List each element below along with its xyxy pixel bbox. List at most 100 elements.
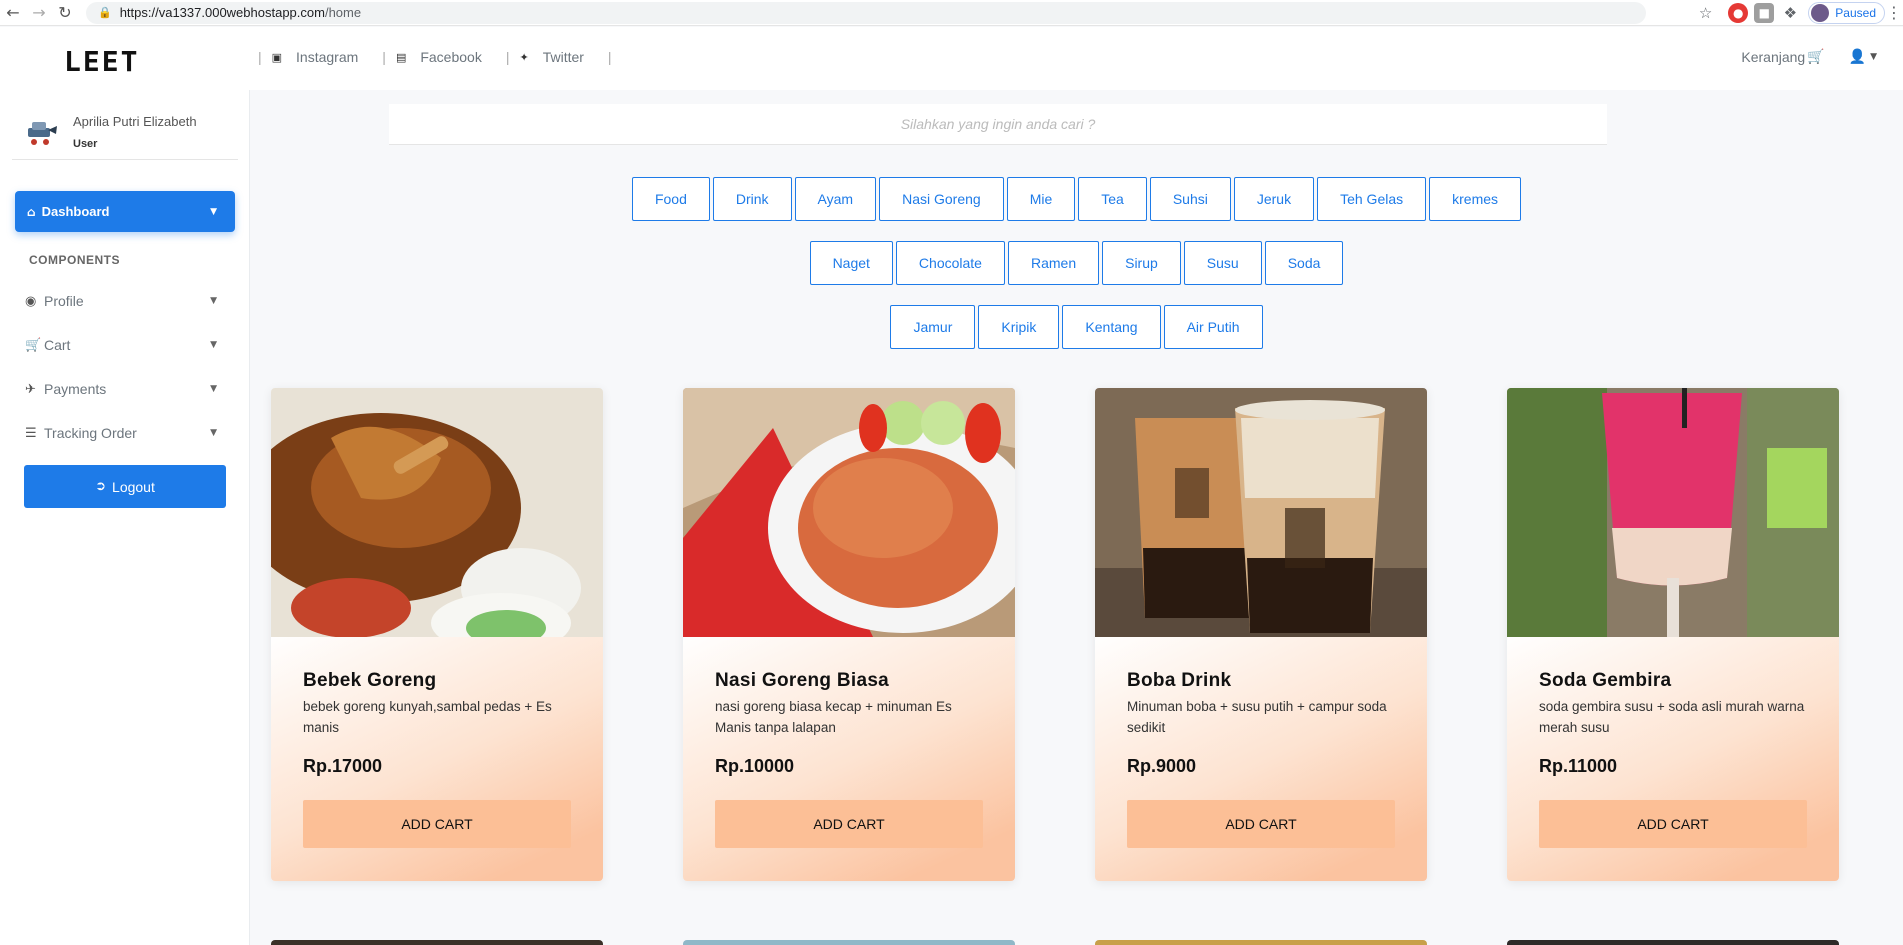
logout-button[interactable]: ➲ Logout [24, 465, 226, 508]
user-avatar [28, 122, 57, 145]
browser-menu-icon[interactable]: ⋮ [1885, 3, 1903, 22]
product-card-partial [271, 940, 603, 945]
product-image-soda-gembira [1507, 388, 1839, 637]
sidebar-item-cart[interactable]: 🛒 Cart ▼ [25, 334, 217, 356]
chevron-down-icon[interactable]: ▼ [1870, 52, 1877, 62]
category-button[interactable]: Ramen [1007, 241, 1100, 285]
category-button[interactable]: Chocolate [895, 241, 1005, 285]
reload-icon[interactable]: ↻ [52, 0, 78, 26]
product-card-partial [1507, 940, 1839, 945]
category-row-2: Naget Chocolate Ramen Sirup Susu Soda [250, 241, 1903, 285]
chevron-down-icon: ▼ [210, 340, 217, 350]
category-button[interactable]: Food [631, 177, 710, 221]
product-price: Rp.11000 [1539, 756, 1618, 776]
dashboard-label: Dashboard [41, 204, 110, 219]
plane-icon: ✈ [25, 381, 36, 397]
chevron-down-icon: ▼ [210, 206, 217, 217]
product-description: Minuman boba + susu putih + campur soda … [1127, 699, 1387, 735]
cart-icon[interactable]: 🛒 [1807, 49, 1824, 65]
cart-icon: 🛒 [25, 337, 42, 353]
sidebar-item-label: Cart [44, 337, 71, 353]
category-button[interactable]: Suhsi [1149, 177, 1231, 221]
twitter-icon: ✦ [519, 50, 529, 64]
product-card: Bebek Goreng bebek goreng kunyah,sambal … [271, 388, 603, 881]
category-button[interactable]: Sirup [1102, 241, 1181, 285]
social-links: | ▣ Instagram | ▤ Facebook | ✦ Twitter | [248, 49, 622, 65]
category-button[interactable]: Soda [1264, 241, 1344, 285]
user-circle-icon: ◉ [25, 293, 37, 309]
forward-icon[interactable]: → [26, 0, 52, 26]
product-card: Nasi Goreng Biasa nasi goreng biasa keca… [683, 388, 1015, 881]
add-cart-button[interactable]: ADD CART [303, 800, 571, 848]
category-button[interactable]: Mie [1006, 177, 1076, 221]
profile-avatar [1811, 3, 1830, 22]
facebook-link[interactable]: Facebook [420, 49, 481, 65]
category-row-1: Food Drink Ayam Nasi Goreng Mie Tea Suhs… [250, 177, 1903, 221]
add-cart-button[interactable]: ADD CART [715, 800, 983, 848]
user-name: Aprilia Putri Elizabeth [73, 114, 197, 129]
category-button[interactable]: Kripik [978, 305, 1060, 349]
sidebar-item-profile[interactable]: ◉ Profile ▼ [25, 290, 217, 312]
category-button[interactable]: Tea [1078, 177, 1147, 221]
category-button[interactable]: Ayam [794, 177, 877, 221]
product-card-partial [683, 940, 1015, 945]
product-card: Boba Drink Minuman boba + susu putih + c… [1095, 388, 1427, 881]
logout-label: Logout [112, 478, 155, 495]
category-button[interactable]: Drink [712, 177, 792, 221]
category-button[interactable]: Teh Gelas [1317, 177, 1427, 221]
top-navbar: LEET | ▣ Instagram | ▤ Facebook | ✦ Twit… [0, 27, 1903, 90]
category-button[interactable]: kremes [1429, 177, 1522, 221]
category-button[interactable]: Kentang [1062, 305, 1161, 349]
product-title: Soda Gembira [1539, 670, 1672, 691]
category-button[interactable]: Susu [1183, 241, 1262, 285]
chevron-down-icon: ▼ [210, 428, 217, 438]
instagram-link[interactable]: Instagram [296, 49, 358, 65]
product-title: Boba Drink [1127, 670, 1232, 691]
divider: | [382, 49, 386, 65]
category-button[interactable]: Air Putih [1163, 305, 1263, 349]
product-price: Rp.10000 [715, 756, 795, 776]
dashboard-button[interactable]: ⌂ Dashboard ▼ [15, 191, 235, 232]
product-image-nasi-goreng [683, 388, 1015, 637]
twitter-link[interactable]: Twitter [543, 49, 584, 65]
product-price: Rp.17000 [303, 756, 383, 776]
divider: | [505, 49, 510, 65]
add-cart-button[interactable]: ADD CART [1539, 800, 1807, 848]
sidebar-item-label: Tracking Order [44, 425, 137, 441]
chevron-down-icon: ▼ [210, 296, 217, 306]
category-button[interactable]: Naget [809, 241, 893, 285]
cart-link[interactable]: Keranjang [1741, 49, 1805, 65]
lock-icon: 🔒 [98, 6, 112, 19]
category-row-3: Jamur Kripik Kentang Air Putih [250, 305, 1903, 349]
chevron-down-icon: ▼ [210, 384, 217, 394]
logout-icon: ➲ [95, 479, 107, 494]
instagram-icon: ▣ [271, 50, 283, 64]
browser-toolbar: ← → ↻ 🔒 https://va1337.000webhostapp.com… [0, 0, 1903, 26]
sidebar-item-tracking-order[interactable]: ☰ Tracking Order ▼ [25, 422, 217, 444]
right-nav: Keranjang 🛒 👤 ▼ [1741, 49, 1877, 65]
product-description: bebek goreng kunyah,sambal pedas + Es ma… [303, 699, 552, 735]
sidebar-item-label: Profile [44, 293, 84, 309]
extension-red-icon[interactable]: ● [1728, 2, 1749, 23]
extensions-puzzle-icon[interactable]: ❖ [1780, 3, 1800, 23]
user-block: Aprilia Putri Elizabeth User [12, 106, 238, 160]
product-description: soda gembira susu + soda asli murah warn… [1539, 699, 1805, 735]
site-logo[interactable]: LEET [64, 45, 139, 78]
facebook-icon: ▤ [395, 50, 407, 64]
back-icon[interactable]: ← [0, 0, 26, 26]
divider: | [258, 49, 262, 65]
sidebar-item-payments[interactable]: ✈ Payments ▼ [25, 378, 217, 400]
profile-paused-button[interactable]: Paused [1808, 1, 1885, 24]
product-image-bebek-goreng [271, 388, 603, 637]
extension-gray-icon[interactable]: ■ [1754, 2, 1775, 23]
add-cart-button[interactable]: ADD CART [1127, 800, 1395, 848]
category-button[interactable]: Jamur [890, 305, 976, 349]
user-menu-icon[interactable]: 👤 [1849, 49, 1866, 65]
search-input[interactable] [389, 104, 1607, 144]
category-button[interactable]: Jeruk [1233, 177, 1315, 221]
category-button[interactable]: Nasi Goreng [879, 177, 1004, 221]
address-bar[interactable]: 🔒 https://va1337.000webhostapp.com/home [86, 1, 1646, 24]
profile-status: Paused [1835, 5, 1876, 20]
url-host: https://va1337.000webhostapp.com [119, 5, 325, 20]
bookmark-star-icon[interactable]: ☆ [1699, 4, 1712, 22]
